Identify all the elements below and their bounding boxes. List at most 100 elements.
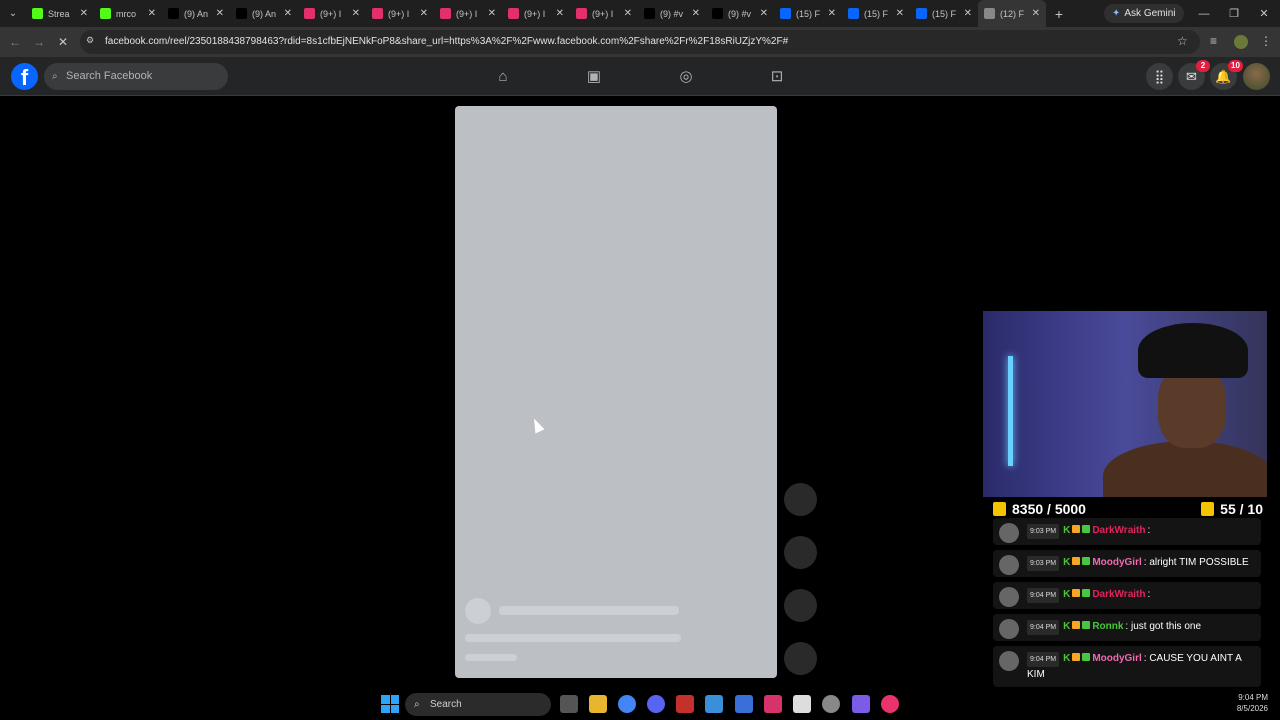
browser-tab[interactable]: (9+) I ✕ [570, 0, 638, 27]
capcut-icon[interactable] [793, 695, 811, 713]
close-tab-icon[interactable]: ✕ [284, 8, 292, 19]
minimize-button[interactable]: — [1189, 0, 1219, 27]
facebook-icon [780, 8, 791, 19]
browser-tab[interactable]: (9+) I ✕ [434, 0, 502, 27]
tab-title: (12) F [1000, 8, 1025, 19]
close-tab-icon[interactable]: ✕ [896, 8, 904, 19]
windows-start-icon[interactable] [381, 695, 399, 713]
facebook-logo[interactable]: f [11, 63, 38, 90]
close-tab-icon[interactable]: ✕ [352, 8, 360, 19]
taskbar-search[interactable]: ⌕ Search [405, 693, 551, 716]
chat-avatar [999, 651, 1019, 671]
chat-timestamp: 9:03 PM [1027, 556, 1060, 571]
reel-loading-placeholder[interactable] [455, 106, 777, 678]
ask-gemini-button[interactable]: ✦ Ask Gemini [1104, 4, 1184, 23]
browser-tab[interactable]: (12) F ✕ [978, 0, 1046, 27]
site-info-icon[interactable]: ⚙ [86, 35, 94, 46]
browser-tab[interactable]: (9+) I ✕ [298, 0, 366, 27]
close-tab-icon[interactable]: ✕ [488, 8, 496, 19]
close-tab-icon[interactable]: ✕ [80, 8, 88, 19]
stop-loading-button[interactable]: ✕ [53, 32, 73, 52]
more-options-button[interactable] [784, 642, 817, 675]
back-button[interactable]: ← [5, 32, 25, 52]
streamer-body [1103, 441, 1267, 497]
share-button[interactable] [784, 589, 817, 622]
groups-icon[interactable]: ◎ [676, 67, 696, 87]
browser-tab[interactable]: (9+) I ✕ [502, 0, 570, 27]
app-icon[interactable] [705, 695, 723, 713]
browser-tab[interactable]: (9) #v ✕ [638, 0, 706, 27]
close-tab-icon[interactable]: ✕ [420, 8, 428, 19]
close-tab-icon[interactable]: ✕ [828, 8, 836, 19]
browser-tab[interactable]: (9) #v ✕ [706, 0, 774, 27]
facebook-search-input[interactable]: ⌕ Search Facebook [44, 63, 228, 90]
home-icon[interactable]: ⌂ [493, 67, 513, 87]
app-icon[interactable] [881, 695, 899, 713]
browser-tab[interactable]: (9) An ✕ [230, 0, 298, 27]
close-tab-icon[interactable]: ✕ [556, 8, 564, 19]
tab-title: (9+) I [388, 8, 410, 19]
account-avatar[interactable] [1243, 63, 1270, 90]
gaming-icon[interactable]: ⊡ [767, 67, 787, 87]
system-clock[interactable]: 9:04 PM 8/5/2026 [1237, 692, 1268, 714]
bookmark-star-icon[interactable]: ☆ [1177, 34, 1188, 48]
browser-tab[interactable]: (9+) I ✕ [366, 0, 434, 27]
task-view-icon[interactable] [560, 695, 578, 713]
gift-icon [1201, 502, 1215, 516]
browser-tab[interactable]: (15) F ✕ [842, 0, 910, 27]
file-explorer-icon[interactable] [589, 695, 607, 713]
discord-icon[interactable] [647, 695, 665, 713]
maximize-button[interactable]: ❐ [1219, 0, 1249, 27]
browser-tab[interactable]: (9) An ✕ [162, 0, 230, 27]
close-tab-icon[interactable]: ✕ [692, 8, 700, 19]
close-tab-icon[interactable]: ✕ [1032, 8, 1040, 19]
chat-message: 9:04 PM K DarkWraith: [993, 582, 1261, 609]
forward-button[interactable]: → [29, 32, 49, 52]
chat-text: : [1147, 525, 1151, 536]
close-window-button[interactable]: ✕ [1249, 0, 1279, 27]
app-icon[interactable] [764, 695, 782, 713]
close-tab-icon[interactable]: ✕ [148, 8, 156, 19]
menu-kebab-icon[interactable]: ⋮ [1260, 34, 1272, 48]
chat-avatar [999, 587, 1019, 607]
close-tab-icon[interactable]: ✕ [760, 8, 768, 19]
profile-avatar[interactable] [1234, 35, 1248, 49]
tab-title: (9) An [184, 8, 209, 19]
reels-icon[interactable]: ▣ [584, 67, 604, 87]
browser-tab[interactable]: mrco ✕ [94, 0, 162, 27]
chat-timestamp: 9:04 PM [1027, 620, 1060, 635]
app-icon[interactable] [852, 695, 870, 713]
media-controls-icon[interactable]: ≡ [1210, 34, 1217, 48]
neon-light [1008, 356, 1013, 466]
chat-username: Ronnk [1092, 621, 1124, 632]
subscriber-badge-icon [1072, 525, 1081, 533]
app-icon[interactable] [676, 695, 694, 713]
app-icon[interactable] [822, 695, 840, 713]
tab-strip: ⌄ Strea ✕ mrco ✕ (9) An ✕ (9) An ✕ (9+) I ✕ (9+) I… [0, 0, 1280, 27]
stream-goals: 8350 / 5000 55 / 10 [993, 498, 1263, 520]
close-tab-icon[interactable]: ✕ [964, 8, 972, 19]
new-tab-button[interactable]: + [1046, 6, 1072, 22]
comment-button[interactable] [784, 536, 817, 569]
skeleton-avatar [465, 598, 491, 624]
address-bar[interactable]: facebook.com/reel/2350188438798463?rdid=… [80, 30, 1200, 54]
app-icon[interactable] [735, 695, 753, 713]
browser-tab[interactable]: (15) F ✕ [774, 0, 842, 27]
facebook-icon [916, 8, 927, 19]
tab-search-icon[interactable]: ⌄ [0, 0, 26, 27]
tab-title: (9+) I [524, 8, 546, 19]
goal-right-value: 55 / 10 [1220, 501, 1263, 517]
chat-timestamp: 9:04 PM [1027, 588, 1060, 603]
close-tab-icon[interactable]: ✕ [216, 8, 224, 19]
stream-chat: 9:03 PM K DarkWraith:9:03 PM K MoodyGirl: al… [993, 518, 1261, 703]
goal-left-value: 8350 / 5000 [1012, 501, 1086, 517]
tab-title: (9+) I [456, 8, 478, 19]
chrome-icon[interactable] [618, 695, 636, 713]
close-tab-icon[interactable]: ✕ [624, 8, 632, 19]
menu-grid-icon[interactable]: ⣿ [1146, 63, 1173, 90]
tab-title: mrco [116, 8, 136, 19]
like-button[interactable] [784, 483, 817, 516]
browser-tab[interactable]: (15) F ✕ [910, 0, 978, 27]
chat-message: 9:04 PM K Ronnk: just got this one [993, 614, 1261, 641]
browser-tab[interactable]: Strea ✕ [26, 0, 94, 27]
